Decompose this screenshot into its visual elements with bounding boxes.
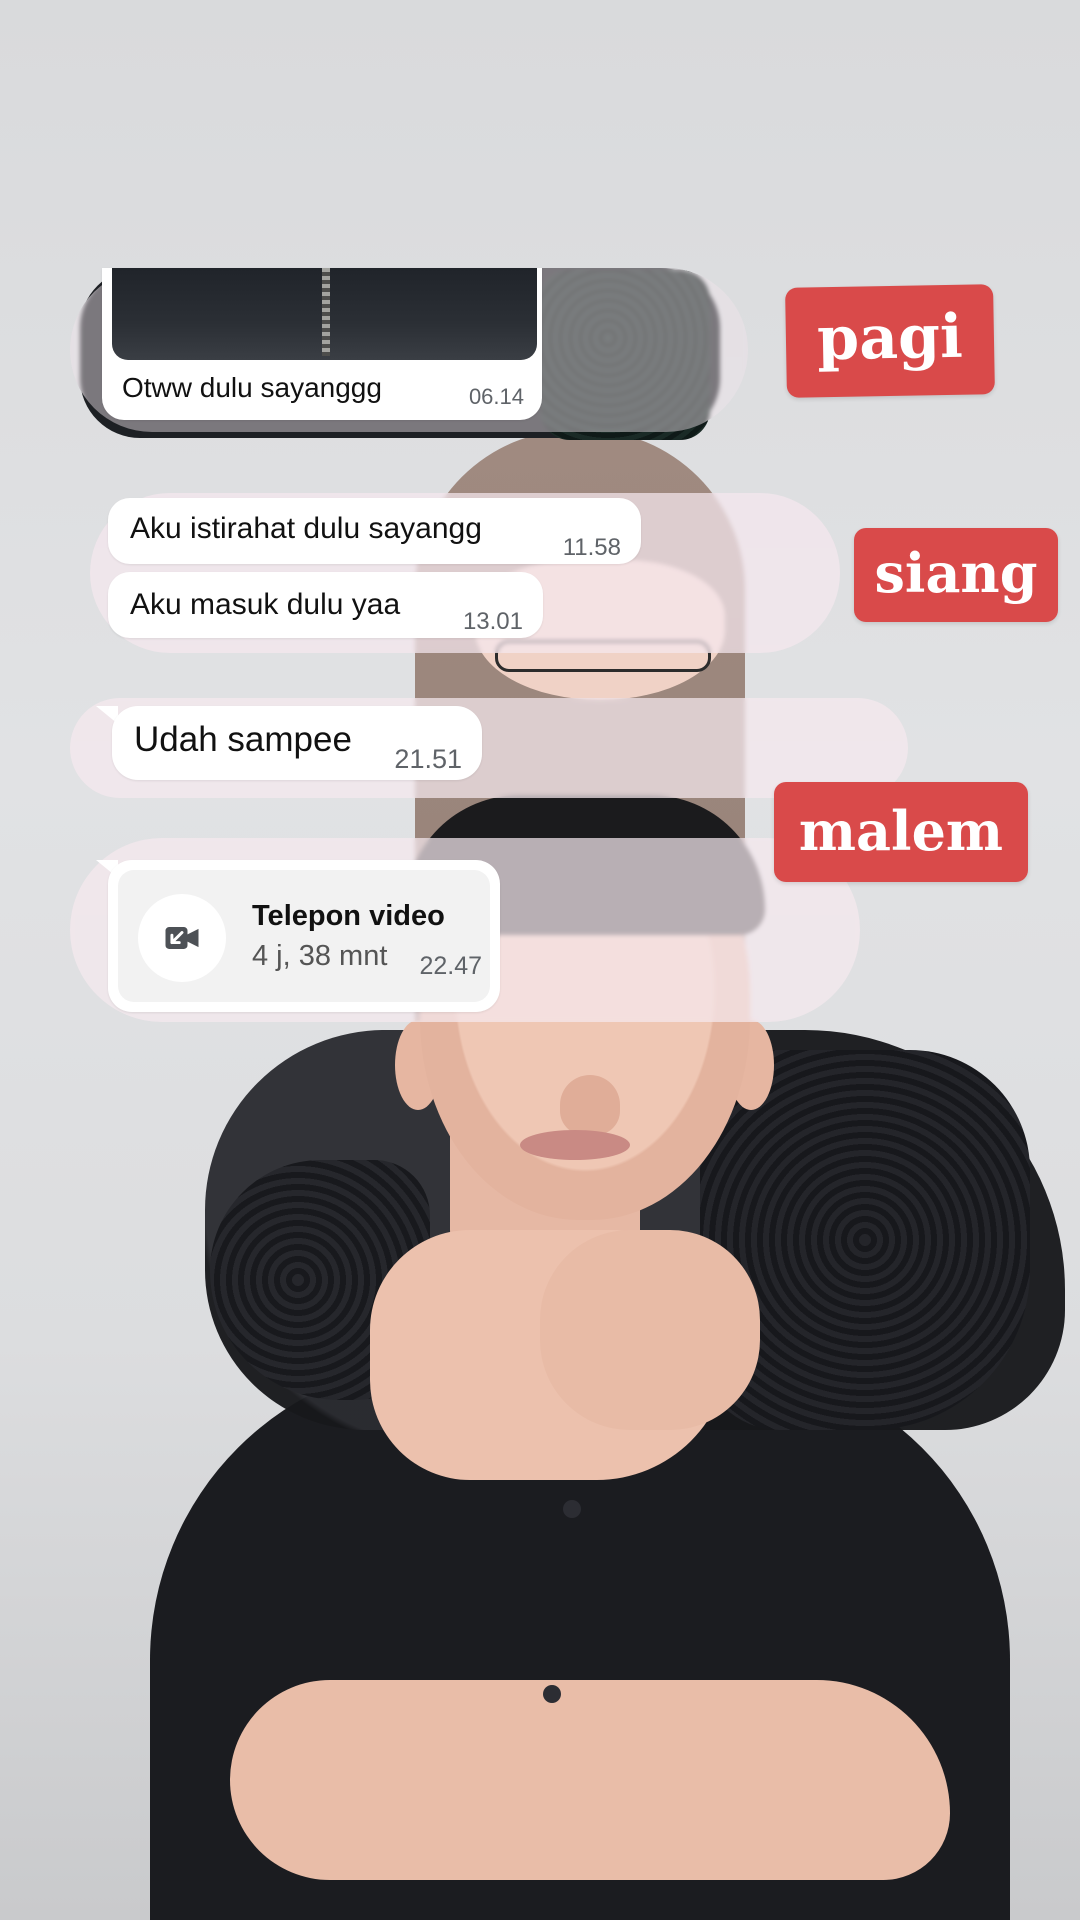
man-lips xyxy=(520,1130,630,1160)
photo-zipper-detail xyxy=(322,268,330,356)
message-text: Udah sampee xyxy=(134,720,352,759)
label-text: pagi xyxy=(816,301,964,375)
message-bubble[interactable]: Udah sampee 21.51 xyxy=(112,706,482,780)
message-text: Aku masuk dulu yaa xyxy=(130,588,401,621)
label-malem: malem xyxy=(774,782,1028,882)
shirt-button xyxy=(543,1685,561,1703)
message-photo-thumbnail[interactable] xyxy=(112,268,537,360)
message-text: Otww dulu sayanggg xyxy=(122,372,382,403)
video-call-bubble[interactable]: Telepon video 4 j, 38 mnt 22.47 xyxy=(108,860,500,1012)
message-bubble[interactable]: Aku istirahat dulu sayangg 11.58 xyxy=(108,498,641,564)
message-time: 21.51 xyxy=(394,744,462,774)
call-duration: 4 j, 38 mnt xyxy=(252,940,388,972)
label-text: malem xyxy=(798,799,1004,863)
message-time: 06.14 xyxy=(468,384,524,409)
message-bubble[interactable]: Aku masuk dulu yaa 13.01 xyxy=(108,572,543,638)
message-bubble-image[interactable]: Otww dulu sayanggg 06.14 xyxy=(102,268,542,420)
video-call-incoming-icon xyxy=(138,894,226,982)
call-title: Telepon video xyxy=(252,900,445,932)
man-nose xyxy=(560,1075,620,1135)
man-crossed-arms xyxy=(230,1680,950,1880)
shirt-button xyxy=(563,1500,581,1518)
woman-hand-right xyxy=(540,1230,760,1430)
message-text: Aku istirahat dulu sayangg xyxy=(130,512,482,545)
message-time: 22.47 xyxy=(419,952,482,980)
call-card[interactable]: Telepon video 4 j, 38 mnt xyxy=(118,870,490,1002)
label-siang: siang xyxy=(854,528,1058,622)
message-time: 11.58 xyxy=(562,534,621,561)
label-pagi: pagi xyxy=(785,284,995,398)
label-text: siang xyxy=(874,541,1038,605)
message-time: 13.01 xyxy=(462,608,523,635)
